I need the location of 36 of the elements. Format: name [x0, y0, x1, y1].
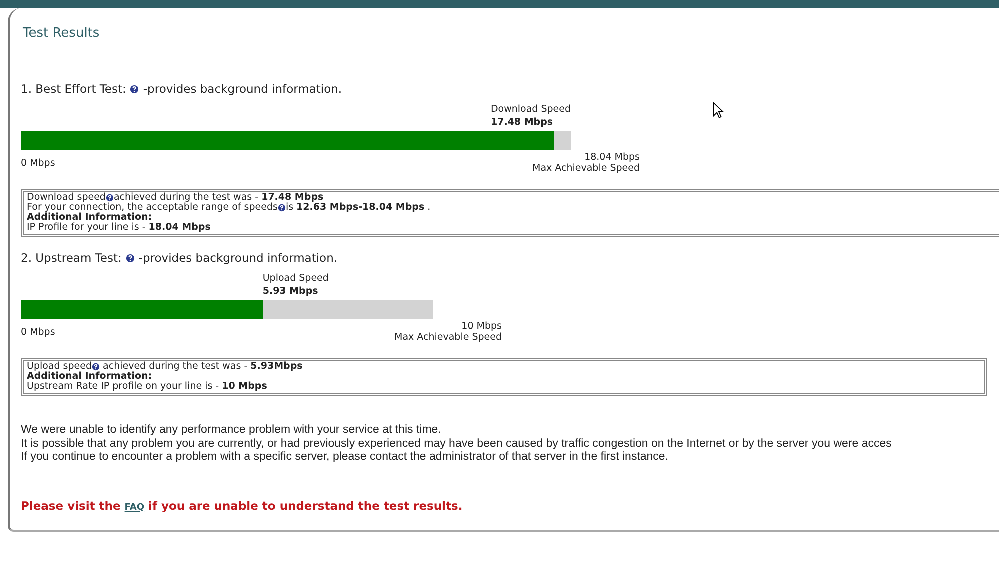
min-speed-label: 0 Mbps — [21, 158, 56, 171]
max-speed-label: Max Achievable Speed — [394, 332, 502, 343]
summary-text: We were unable to identify any performance problem with your service at this time. — [21, 424, 442, 438]
help-icon[interactable] — [106, 194, 114, 202]
summary-text: If you continue to encounter a problem with a specific server, please contact the administrator of that server in the first instance. — [21, 451, 669, 464]
test-title: 2. Upstream Test: — [21, 251, 122, 265]
max-speed-value: 18.04 Mbps — [584, 152, 640, 163]
max-speed-label: Max Achievable Speed — [532, 163, 640, 174]
test-description: -provides background information. — [138, 251, 338, 265]
speed-value: 17.48 Mbps — [490, 116, 554, 129]
info-text: achieved during the test was - 5.93Mbps — [103, 362, 303, 372]
help-icon[interactable] — [130, 84, 140, 94]
summary-text: It is possible that any problem you are currently, or had previously experienced may have been caused by traffic congestion on the Internet or by the server you were acces — [21, 438, 892, 451]
info-text: IP Profile for your line is - 18.04 Mbps — [27, 223, 211, 233]
test-description: -provides background information. — [143, 82, 342, 96]
speed-label: Upload Speed — [262, 272, 329, 285]
speed-value: 5.93 Mbps — [262, 285, 320, 298]
speed-label: Download Speed — [490, 103, 571, 116]
info-text: For your connection, the acceptable range of speeds — [27, 203, 278, 213]
max-speed-value: 10 Mbps — [462, 321, 502, 332]
min-speed-label: 0 Mbps — [21, 327, 56, 340]
info-text: is 12.63 Mbps-18.04 Mbps . — [286, 203, 431, 213]
info-text: Download speed — [27, 193, 106, 203]
faq-notice: Please visit the FAQ if you are unable to understand the test results. — [21, 498, 463, 512]
info-text: Upstream Rate IP profile on your line is - 10 Mbps — [27, 382, 268, 392]
help-icon[interactable] — [126, 254, 135, 262]
info-text: achieved during the test was - 17.48 Mbps — [114, 193, 324, 203]
info-heading: Additional Information: — [27, 213, 152, 223]
help-icon[interactable] — [92, 363, 100, 371]
info-text: Upload speed — [27, 362, 92, 372]
test-title: 1. Best Effort Test: — [21, 82, 126, 96]
panel-title: Test Results — [22, 25, 101, 43]
help-icon[interactable] — [278, 204, 286, 212]
mouse-pointer-icon — [713, 102, 724, 119]
info-heading: Additional Information: — [27, 372, 152, 382]
faq-link[interactable]: FAQ — [124, 502, 145, 512]
